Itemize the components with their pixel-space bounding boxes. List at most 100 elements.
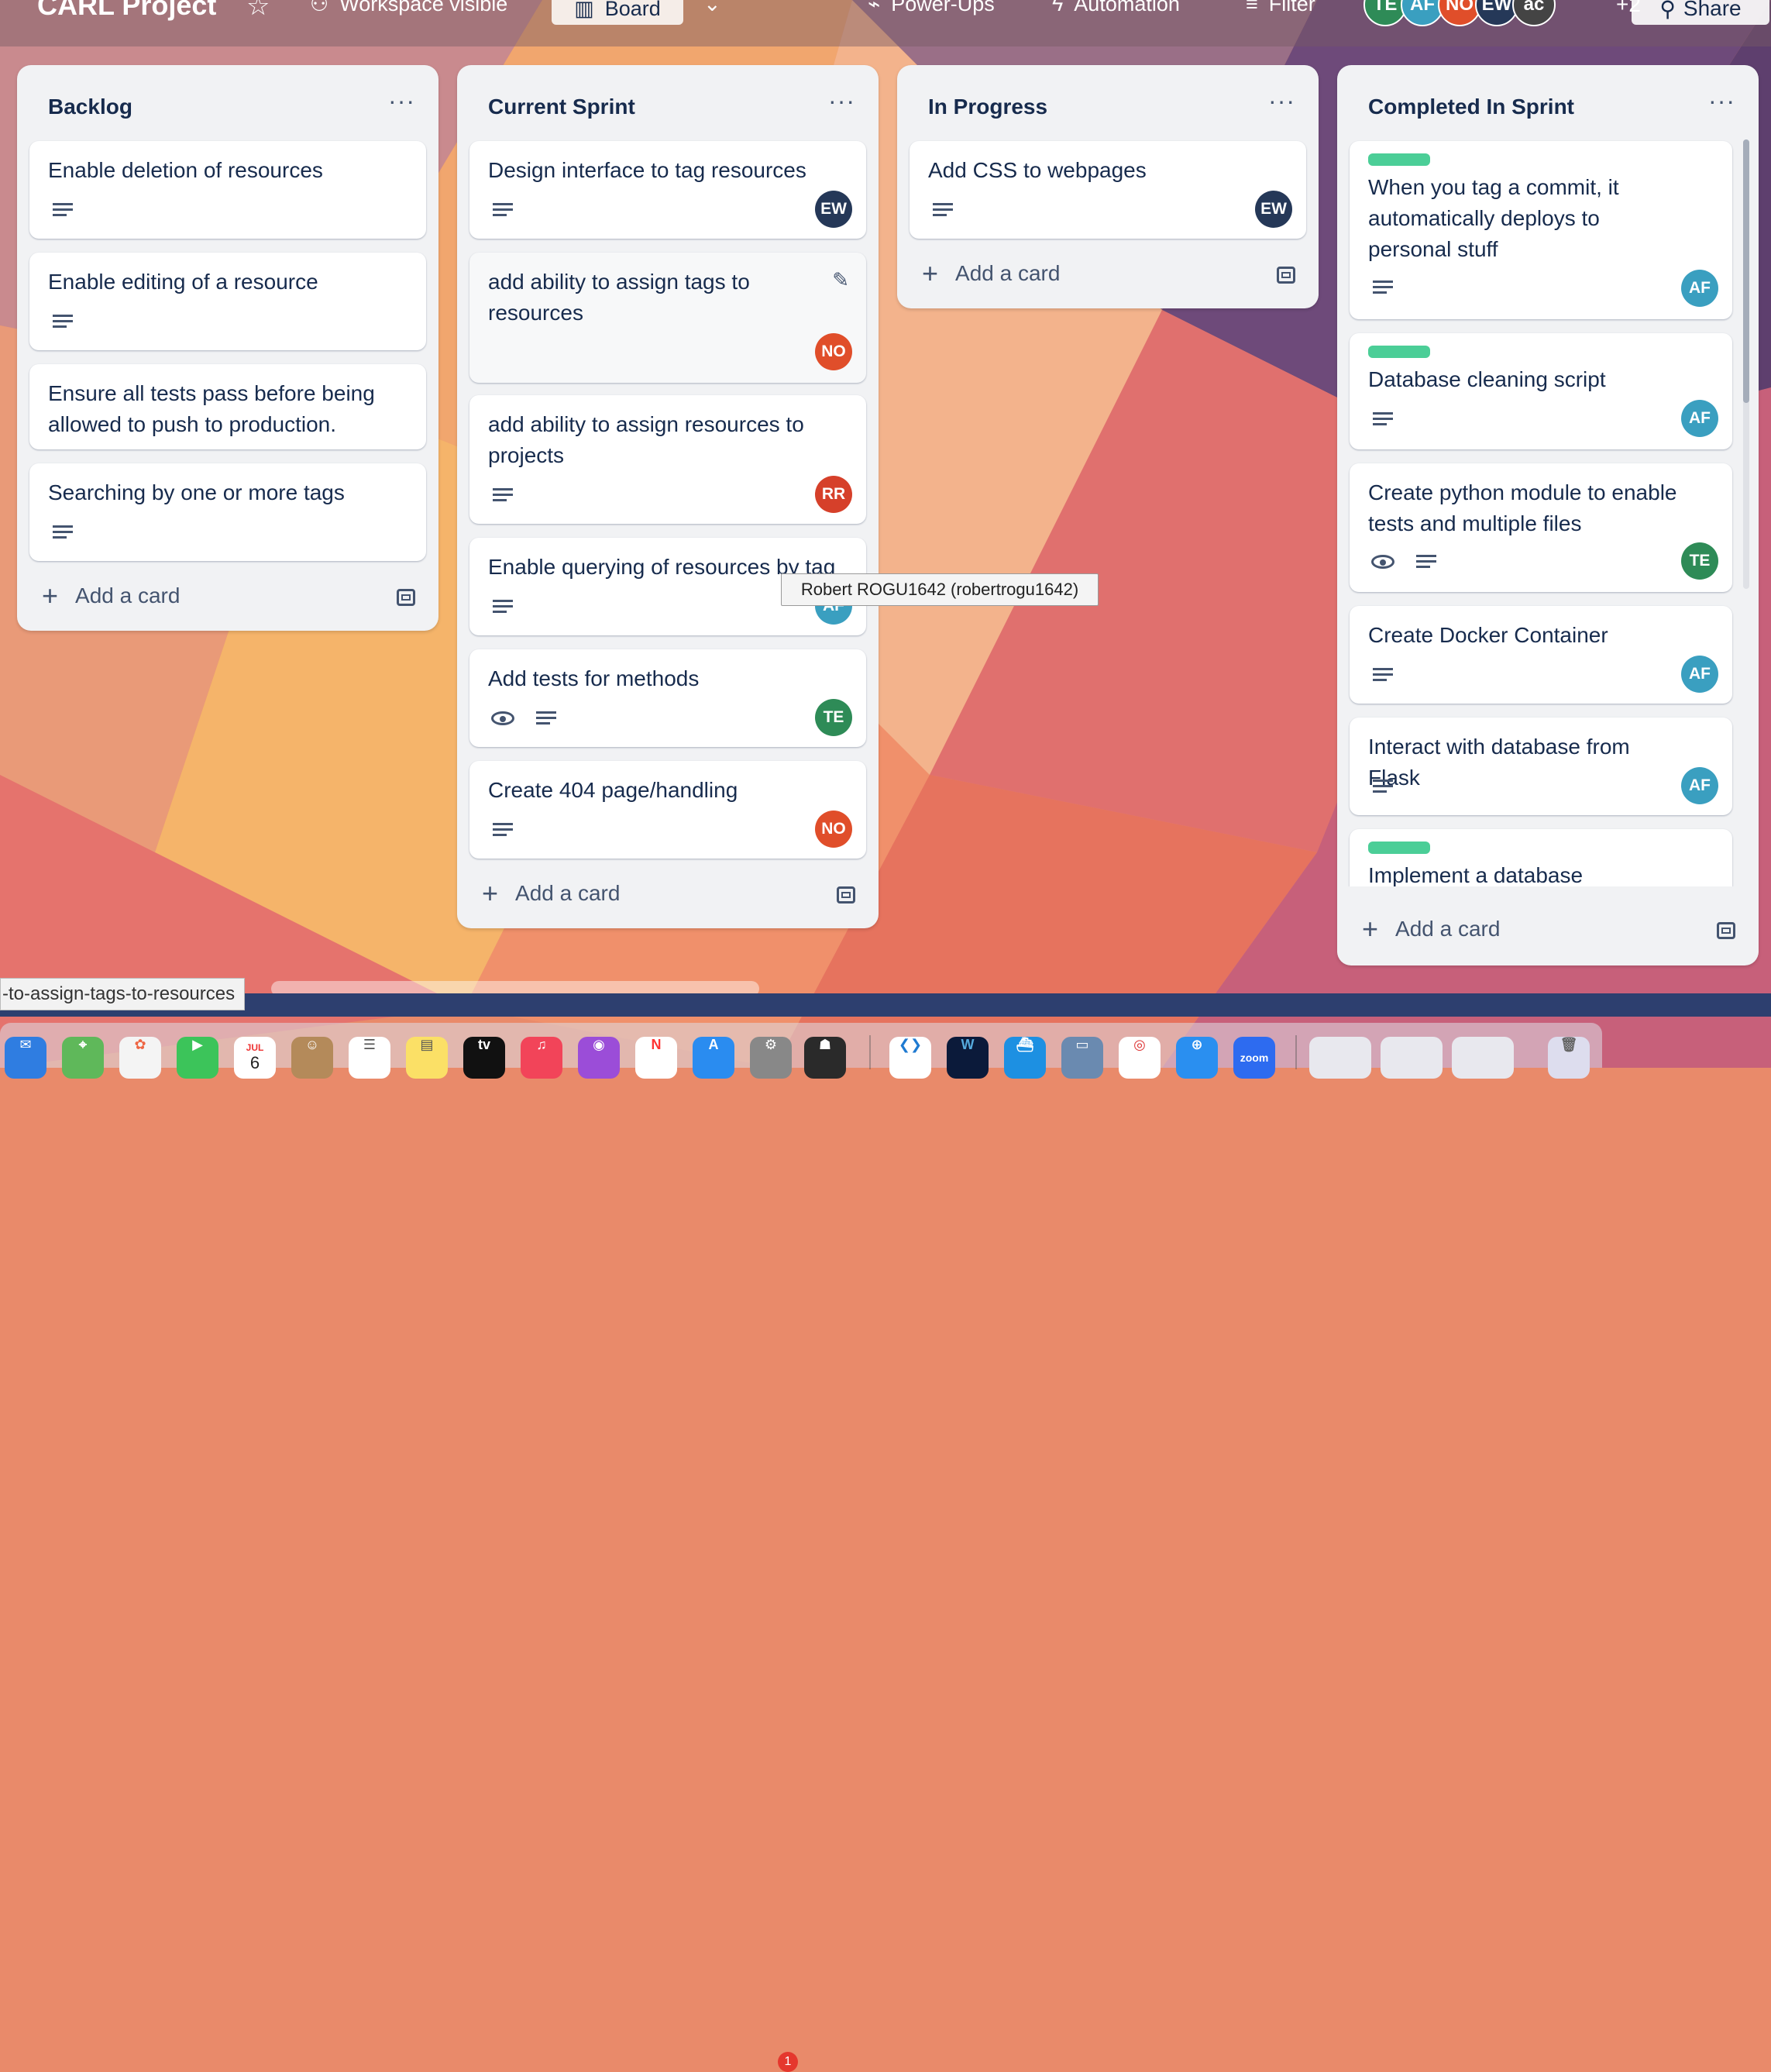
scrollbar-thumb[interactable] [1743, 139, 1749, 403]
contacts-app-icon[interactable]: ☺ [291, 1037, 333, 1079]
visibility-button[interactable]: ⚇ Workspace visible [310, 0, 507, 16]
card[interactable]: Database cleaning script AF [1350, 333, 1732, 449]
automation-button[interactable]: ϟ Automation [1052, 0, 1180, 16]
card[interactable]: Enable deletion of resources [29, 141, 426, 239]
app-store-icon[interactable]: A [693, 1037, 734, 1079]
music-app-icon[interactable]: ♫ [521, 1037, 562, 1079]
card[interactable]: When you tag a commit, it automatically … [1350, 141, 1732, 319]
share-label: Share [1683, 0, 1742, 20]
list-title[interactable]: Current Sprint [488, 95, 635, 119]
news-app-icon[interactable]: N [635, 1037, 677, 1079]
webex-app-icon[interactable]: W [947, 1037, 989, 1079]
minimized-window-thumbnail[interactable] [1381, 1037, 1443, 1079]
card-template-icon[interactable] [397, 589, 415, 606]
reminders-app-icon[interactable]: ☰ [349, 1037, 390, 1079]
list-menu-icon[interactable]: ··· [1268, 87, 1295, 115]
member-avatar[interactable]: AF [1681, 656, 1718, 693]
star-icon[interactable]: ☆ [246, 0, 270, 22]
list-title[interactable]: Completed In Sprint [1368, 95, 1574, 119]
calendar-app-icon[interactable]: JUL 6 [234, 1037, 276, 1079]
add-card-button[interactable]: + Add a card [482, 877, 620, 910]
card[interactable]: add ability to assign resources to proje… [469, 395, 866, 524]
member-avatar[interactable]: NO [815, 811, 852, 848]
green-label[interactable] [1368, 842, 1430, 854]
card-template-icon[interactable] [1277, 267, 1295, 284]
list-scrollbar[interactable] [1743, 139, 1749, 589]
card-title: Create 404 page/handling [488, 778, 738, 802]
card-list-scroll-area[interactable]: When you tag a commit, it automatically … [1337, 139, 1759, 964]
member-avatar[interactable]: TE [1681, 542, 1718, 580]
member-avatar[interactable]: RR [815, 476, 852, 513]
chrome-app-icon[interactable]: ◎ [1119, 1037, 1161, 1079]
trash-icon[interactable]: 🗑 [1548, 1037, 1590, 1079]
preview-app-icon[interactable]: ▭ [1061, 1037, 1103, 1079]
card[interactable]: Create 404 page/handling NO [469, 761, 866, 859]
minimized-window-thumbnail[interactable] [1452, 1037, 1514, 1079]
green-label[interactable] [1368, 346, 1430, 358]
add-card-button[interactable]: + Add a card [922, 257, 1060, 290]
green-label[interactable] [1368, 153, 1430, 166]
member-avatar[interactable]: NO [815, 333, 852, 370]
description-icon [493, 203, 513, 219]
mail-app-icon[interactable]: ✉ [5, 1037, 46, 1079]
card[interactable]: Design interface to tag resources EW [469, 141, 866, 239]
card[interactable]: Add CSS to webpages EW [910, 141, 1306, 239]
member-avatar[interactable]: AF [1681, 767, 1718, 804]
minimized-window-thumbnail[interactable] [1309, 1037, 1371, 1079]
podcasts-app-icon[interactable]: ◉ [578, 1037, 620, 1079]
add-card-button[interactable]: + Add a card [1362, 913, 1500, 945]
member-avatars[interactable]: TE AF NO EW ac [1363, 0, 1556, 26]
list-title[interactable]: Backlog [48, 95, 132, 119]
card[interactable]: Add tests for methods TE [469, 649, 866, 747]
avatar[interactable]: ac [1512, 0, 1556, 26]
member-avatar[interactable]: EW [1255, 191, 1292, 228]
link-status-url: -to-assign-tags-to-resources [0, 978, 246, 1010]
share-button[interactable]: ⚲ Share [1632, 0, 1769, 25]
calendar-day: 6 [249, 1053, 260, 1072]
maps-app-icon[interactable]: ⌖ [62, 1037, 104, 1079]
apple-tv-app-icon[interactable]: tv [463, 1037, 505, 1079]
card[interactable]: Ensure all tests pass before being allow… [29, 364, 426, 449]
kindle-app-icon[interactable]: ☗ [804, 1037, 846, 1079]
list-title[interactable]: In Progress [928, 95, 1047, 119]
card[interactable]: Searching by one or more tags [29, 463, 426, 561]
watching-eye-icon [1371, 555, 1394, 569]
safari-app-icon[interactable]: ⊕ [1176, 1037, 1218, 1079]
power-ups-button[interactable]: ⌁ Power-Ups [868, 0, 995, 16]
member-avatar[interactable]: TE [815, 699, 852, 736]
add-person-icon: ⚲ [1659, 0, 1676, 21]
member-avatar[interactable]: EW [815, 191, 852, 228]
board-title[interactable]: CARL Project [37, 0, 216, 22]
add-card-label: Add a card [1395, 917, 1501, 941]
list-menu-icon[interactable]: ··· [828, 87, 855, 115]
description-icon [53, 315, 73, 330]
list-menu-icon[interactable]: ··· [388, 87, 415, 115]
card[interactable]: Create Docker Container AF [1350, 606, 1732, 704]
pencil-edit-icon[interactable]: ✎ [832, 268, 849, 292]
add-card-label: Add a card [75, 583, 181, 607]
system-settings-gear-icon[interactable]: ⚙ [750, 1037, 792, 1079]
tv-label: tv [477, 1037, 490, 1052]
filter-button[interactable]: ≡ Filter [1246, 0, 1315, 16]
photos-app-icon[interactable]: ✿ [119, 1037, 161, 1079]
view-switcher-chevron-icon[interactable]: ⌄ [703, 0, 721, 16]
list-menu-icon[interactable]: ··· [1708, 87, 1735, 115]
background-window-strip [0, 993, 1771, 1017]
card-template-icon[interactable] [837, 886, 855, 903]
card-template-icon[interactable] [1717, 922, 1735, 939]
card[interactable]: Create python module to enable tests and… [1350, 463, 1732, 592]
card[interactable]: Interact with database from Flask AF [1350, 718, 1732, 815]
card-title: Enable deletion of resources [48, 158, 323, 182]
board-view-button[interactable]: ▥ Board [552, 0, 683, 25]
notes-app-icon[interactable]: ▤ [406, 1037, 448, 1079]
docker-app-icon[interactable]: ⛴ [1004, 1037, 1046, 1079]
member-avatar[interactable]: AF [1681, 400, 1718, 437]
zoom-app-icon[interactable]: zoom [1233, 1037, 1275, 1079]
facetime-app-icon[interactable]: ▶ [177, 1037, 218, 1079]
add-card-button[interactable]: + Add a card [42, 580, 180, 612]
card[interactable]: Enable editing of a resource [29, 253, 426, 350]
member-avatar[interactable]: AF [1681, 270, 1718, 307]
dock-separator [1295, 1035, 1297, 1069]
vscode-app-icon[interactable]: ❮❯ [889, 1037, 931, 1079]
card[interactable]: add ability to assign tags to resources … [469, 253, 866, 383]
